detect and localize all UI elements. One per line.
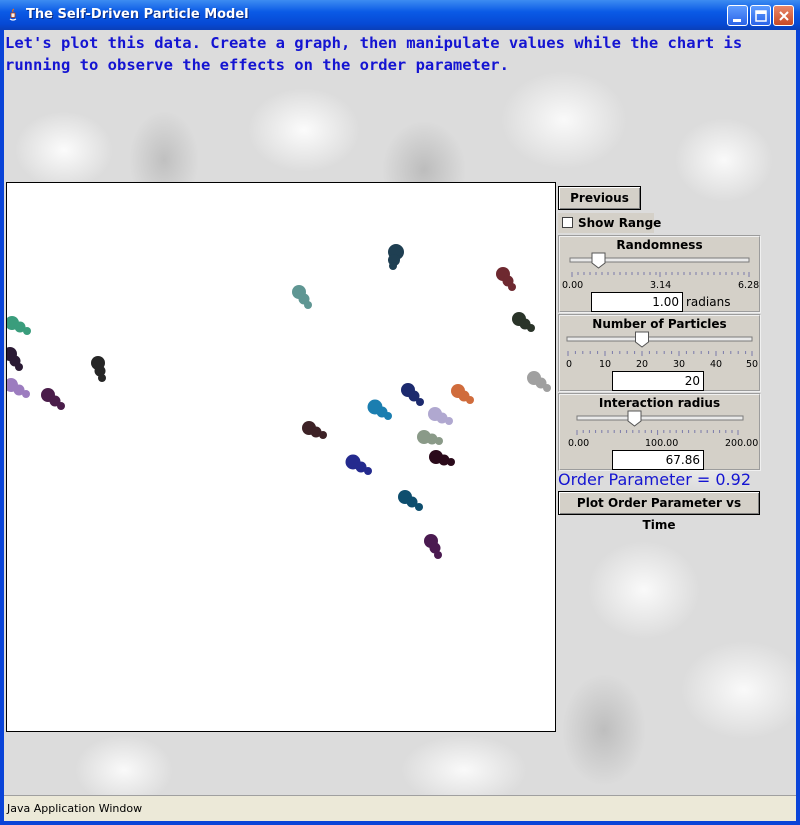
randomness-unit: radians xyxy=(686,295,731,309)
tick-label: 100.00 xyxy=(645,438,679,449)
order-parameter-readout: Order Parameter = 0.92 xyxy=(558,470,751,489)
randomness-panel: Randomness 0.00 3.14 6.28 1.00 radians xyxy=(558,235,761,313)
maximize-button[interactable] xyxy=(750,5,771,26)
particle xyxy=(429,450,455,466)
particle xyxy=(91,356,106,382)
radius-field[interactable]: 67.86 xyxy=(612,450,704,470)
checkbox-box[interactable] xyxy=(562,217,573,228)
randomness-field[interactable]: 1.00 xyxy=(591,292,683,312)
slider-thumb[interactable] xyxy=(627,410,642,427)
particle xyxy=(292,285,312,309)
plot-order-parameter-button[interactable]: Plot Order Parameter vs Time xyxy=(558,491,760,532)
particle xyxy=(41,388,65,410)
radius-panel: Interaction radius 0.00 100.00 200.00 67… xyxy=(558,393,761,471)
particle xyxy=(428,407,453,425)
particle xyxy=(398,490,423,511)
radius-ticks xyxy=(576,430,739,435)
particle xyxy=(424,534,442,559)
instructions-text: Let's plot this data. Create a graph, th… xyxy=(5,34,743,74)
status-bar: Java Application Window xyxy=(4,795,796,821)
particle xyxy=(367,399,392,420)
particle xyxy=(512,312,535,332)
particle xyxy=(496,267,516,291)
show-range-label: Show Range xyxy=(578,216,662,230)
slider-thumb[interactable] xyxy=(591,252,606,269)
tick-label: 30 xyxy=(673,359,686,370)
tick-label: 50 xyxy=(746,359,759,370)
particles-ticks xyxy=(567,351,753,356)
particle xyxy=(345,454,372,475)
particle xyxy=(7,378,30,398)
close-button[interactable] xyxy=(773,5,794,26)
window-title: The Self-Driven Particle Model xyxy=(26,7,249,22)
status-text: Java Application Window xyxy=(7,802,143,815)
particle-field xyxy=(7,244,551,559)
tick-label: 0 xyxy=(566,359,573,370)
randomness-ticks xyxy=(571,272,750,277)
tick-label: 40 xyxy=(710,359,723,370)
simulation-canvas[interactable] xyxy=(6,182,556,732)
particles-field[interactable]: 20 xyxy=(612,371,704,391)
tick-label: 20 xyxy=(636,359,649,370)
particle xyxy=(401,383,424,406)
java-icon xyxy=(9,8,17,21)
title-bar[interactable]: The Self-Driven Particle Model xyxy=(0,0,800,30)
particle xyxy=(417,430,443,445)
particle xyxy=(388,244,404,270)
particle xyxy=(7,347,23,371)
minimize-icon xyxy=(733,19,741,22)
particle xyxy=(451,384,474,404)
tick-label: 10 xyxy=(599,359,612,370)
particles-panel: Number of Particles 0 10 20 30 40 50 20 xyxy=(558,314,761,392)
tick-label: 0.00 xyxy=(562,280,584,291)
tick-label: 3.14 xyxy=(650,280,672,291)
tick-label: 200.00 xyxy=(725,438,759,449)
content-area: Let's plot this data. Create a graph, th… xyxy=(4,30,796,795)
particle xyxy=(7,316,31,335)
show-range-checkbox[interactable]: Show Range xyxy=(558,213,661,233)
close-icon xyxy=(779,11,789,21)
maximize-icon xyxy=(755,10,767,22)
tick-label: 0.00 xyxy=(568,438,590,449)
app-window: The Self-Driven Particle Model Let's plo… xyxy=(0,0,800,825)
particle xyxy=(527,371,551,392)
slider-thumb[interactable] xyxy=(635,331,649,348)
particle xyxy=(302,421,327,439)
minimize-button[interactable] xyxy=(727,5,748,26)
tick-label: 6.28 xyxy=(738,280,760,291)
previous-button[interactable]: Previous xyxy=(558,186,641,210)
